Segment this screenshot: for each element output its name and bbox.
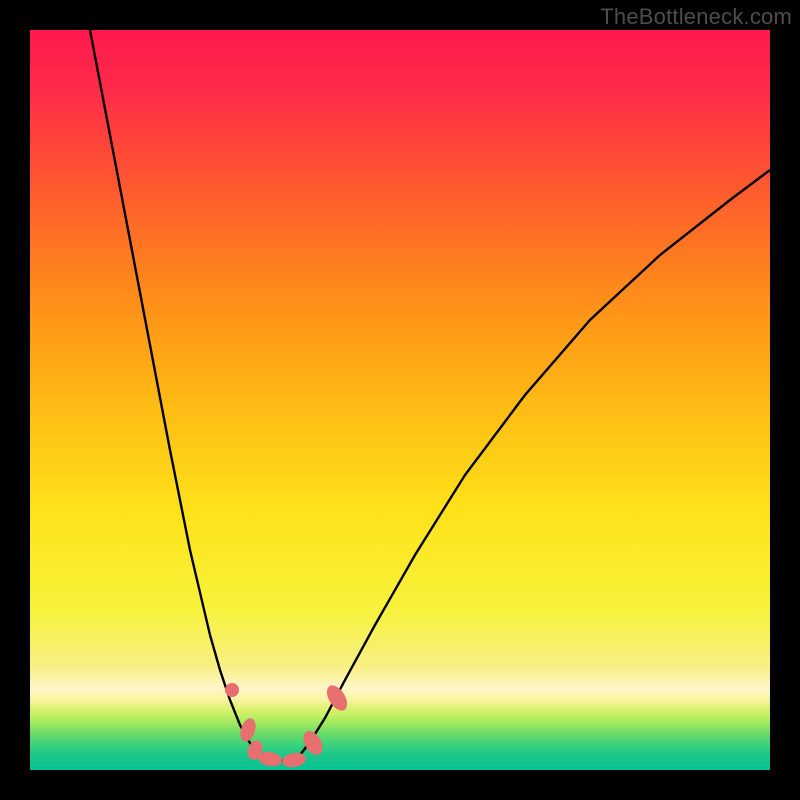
marker-left-high [225, 683, 239, 697]
plot-area [30, 30, 770, 770]
outer-frame: TheBottleneck.com [0, 0, 800, 800]
watermark-text: TheBottleneck.com [600, 4, 792, 30]
chart-svg [30, 30, 770, 770]
gradient-background [30, 30, 770, 770]
